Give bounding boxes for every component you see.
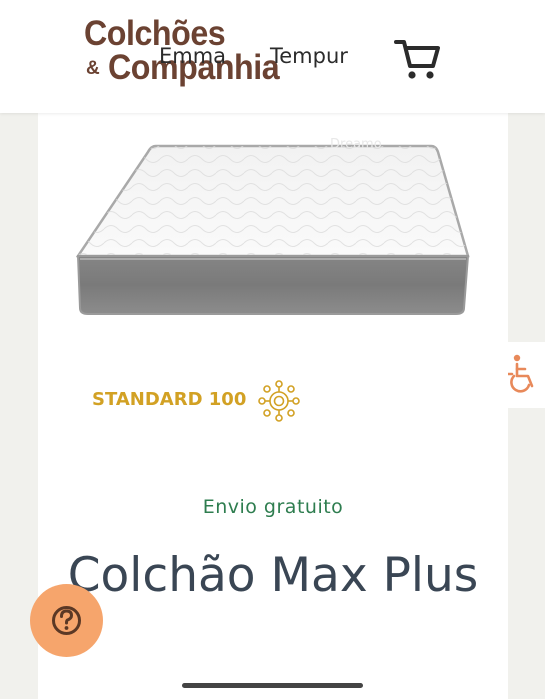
home-indicator — [182, 683, 363, 688]
cart-button[interactable] — [393, 36, 441, 82]
shopping-cart-icon — [394, 40, 440, 79]
oeko-tex-sun-icon — [258, 380, 300, 422]
mattress-image[interactable] — [76, 138, 471, 323]
product-title: Colchão Max Plus — [67, 548, 479, 603]
image-watermark: Dreamo — [330, 137, 382, 152]
certification-label: STANDARD 100 — [92, 389, 247, 410]
accessibility-button[interactable] — [504, 342, 545, 408]
product-card: Dreamo STANDARD 100 Envio gratuito Colch… — [38, 113, 508, 699]
site-header: Colchões & Companhia Emma Tempur — [0, 0, 545, 113]
logo-ampersand: & — [86, 58, 100, 79]
free-shipping-label: Envio gratuito — [202, 496, 344, 518]
nav-link-tempur[interactable]: Tempur — [270, 44, 348, 68]
wheelchair-accessibility-icon — [504, 354, 534, 393]
question-help-icon — [52, 606, 81, 635]
nav-link-emma[interactable]: Emma — [159, 44, 226, 68]
help-button[interactable] — [30, 584, 103, 657]
